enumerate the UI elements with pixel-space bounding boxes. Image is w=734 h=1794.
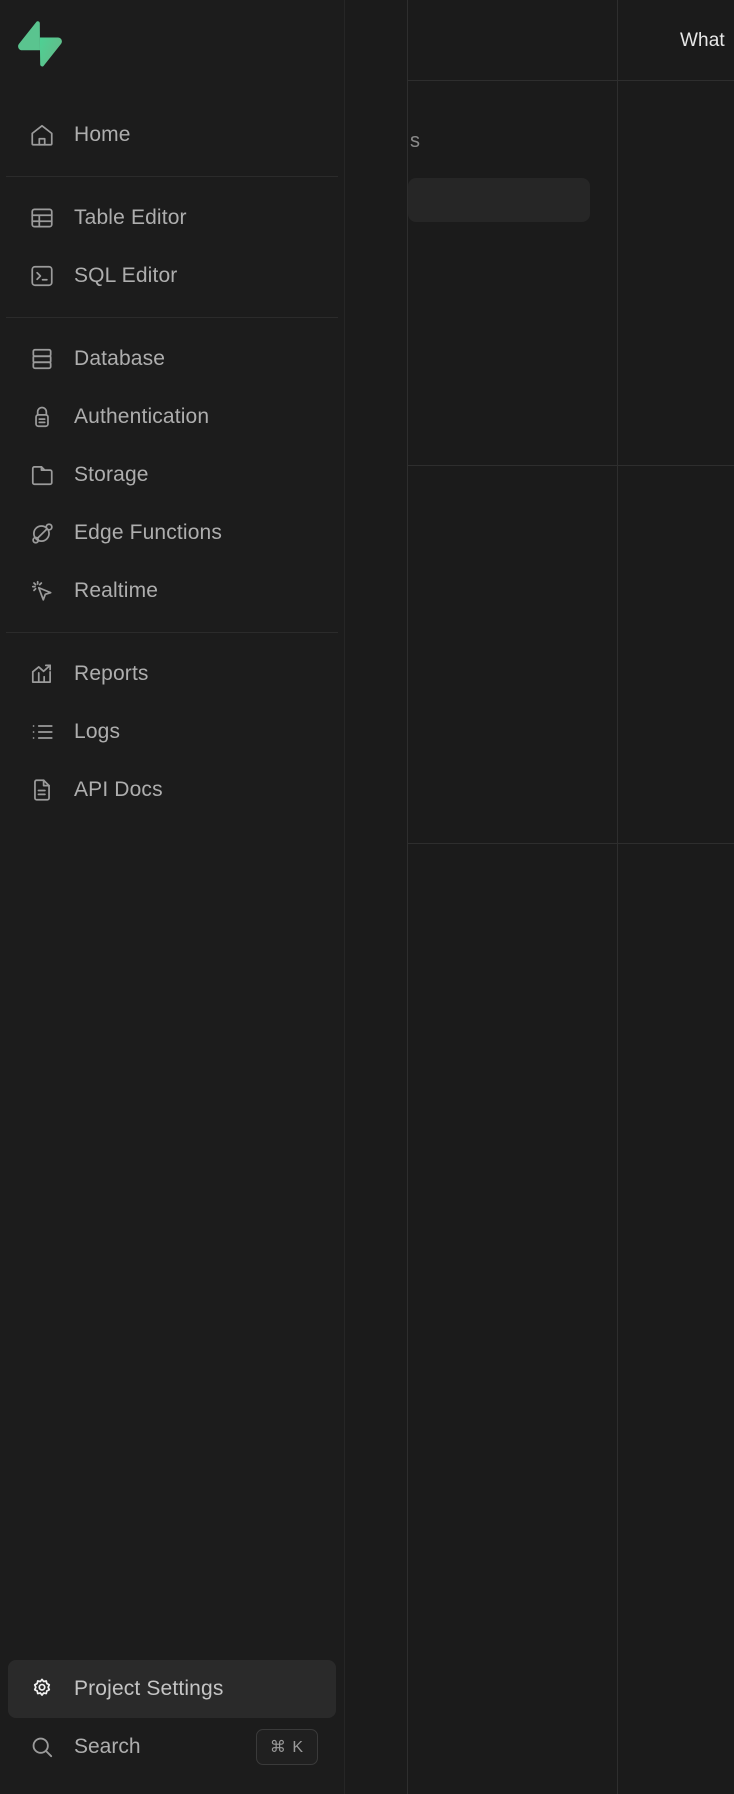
sidebar-item-label: Realtime (74, 579, 159, 602)
supabase-logo-wrap[interactable] (0, 0, 344, 88)
sidebar-nav: Home Table Editor SQL Editor Database Au… (0, 88, 344, 1660)
background-divider-horizontal-3 (407, 843, 734, 844)
search-button[interactable]: Search ⌘ K (8, 1718, 336, 1776)
terminal-icon (26, 260, 58, 292)
background-divider-vertical-2 (617, 0, 618, 1794)
home-icon (26, 119, 58, 151)
sidebar-item-label: Project Settings (74, 1677, 224, 1700)
list-icon (26, 716, 58, 748)
nav-group-editors: Table Editor SQL Editor (0, 177, 344, 317)
sidebar-item-reports[interactable]: Reports (8, 645, 336, 703)
cursor-click-icon (26, 575, 58, 607)
search-label: Search (74, 1735, 141, 1758)
sidebar-item-logs[interactable]: Logs (8, 703, 336, 761)
sidebar-item-storage[interactable]: Storage (8, 446, 336, 504)
chart-icon (26, 658, 58, 690)
background-text-fragment: s (410, 130, 421, 152)
background-divider-horizontal-1 (407, 80, 734, 81)
sidebar-item-project-settings[interactable]: Project Settings (8, 1660, 336, 1718)
nav-group-products: Database Authentication Storage Edge Fun… (0, 318, 344, 632)
app-screen: What s Home Table Editor SQL Editor Data… (0, 0, 734, 1794)
database-icon (26, 343, 58, 375)
file-text-icon (26, 774, 58, 806)
supabase-logo (18, 21, 62, 67)
sidebar-item-label: Table Editor (74, 206, 187, 229)
background-divider-vertical-1 (407, 0, 408, 1794)
sidebar-item-home[interactable]: Home (8, 106, 336, 164)
search-shortcut-badge: ⌘ K (255, 1729, 318, 1765)
sidebar-item-label: SQL Editor (74, 264, 178, 287)
background-input-pill (408, 178, 590, 222)
background-header-text: What (680, 30, 725, 51)
sidebar-item-database[interactable]: Database (8, 330, 336, 388)
gear-icon (26, 1673, 58, 1705)
sidebar-item-api-docs[interactable]: API Docs (8, 761, 336, 819)
table-icon (26, 202, 58, 234)
sidebar-footer: Project Settings Search ⌘ K (0, 1660, 344, 1794)
folder-icon (26, 459, 58, 491)
sidebar-item-label: Authentication (74, 405, 210, 428)
sidebar: Home Table Editor SQL Editor Database Au… (0, 0, 345, 1794)
sidebar-item-realtime[interactable]: Realtime (8, 562, 336, 620)
sidebar-item-label: Edge Functions (74, 521, 223, 544)
sidebar-item-label: Reports (74, 662, 149, 685)
sidebar-item-label: Logs (74, 720, 121, 743)
search-icon (26, 1731, 58, 1763)
lock-icon (26, 401, 58, 433)
sidebar-item-table-editor[interactable]: Table Editor (8, 189, 336, 247)
sidebar-item-label: Storage (74, 463, 149, 486)
edge-functions-icon (26, 517, 58, 549)
sidebar-item-label: API Docs (74, 778, 163, 801)
sidebar-item-label: Database (74, 347, 166, 370)
sidebar-item-edge-functions[interactable]: Edge Functions (8, 504, 336, 562)
background-divider-horizontal-2 (407, 465, 734, 466)
sidebar-item-sql-editor[interactable]: SQL Editor (8, 247, 336, 305)
nav-group-observability: Reports Logs API Docs (0, 633, 344, 831)
sidebar-item-authentication[interactable]: Authentication (8, 388, 336, 446)
nav-group-overview: Home (0, 94, 344, 176)
sidebar-item-label: Home (74, 123, 131, 146)
